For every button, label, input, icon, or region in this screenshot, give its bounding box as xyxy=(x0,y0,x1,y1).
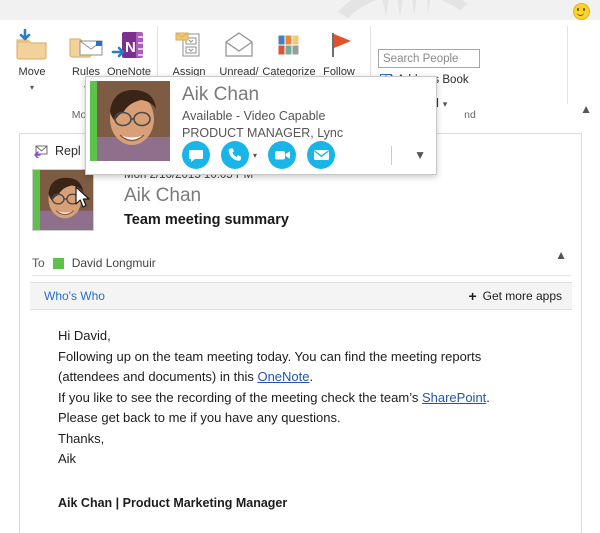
contact-presence-indicator xyxy=(90,81,97,161)
message-header: Mon 2/16/2015 10:05 PM Aik Chan Team mee… xyxy=(32,167,573,247)
body-line-3: (attendees and documents) in this OneNot… xyxy=(58,367,561,388)
contact-card[interactable]: Aik Chan Available - Video Capable PRODU… xyxy=(85,76,437,175)
contact-status: Available - Video Capable xyxy=(182,109,326,123)
message-body: Hi David, Following up on the team meeti… xyxy=(58,326,561,470)
contact-photo-image xyxy=(90,81,170,161)
phone-call-icon[interactable] xyxy=(221,141,249,169)
ribbon-collapse-button[interactable]: ▲ xyxy=(580,102,592,116)
smiley-face-icon[interactable] xyxy=(573,3,590,20)
body-line-4: If you like to see the recording of the … xyxy=(58,388,561,409)
plus-icon: + xyxy=(468,288,477,304)
ribbon-button-assign-policy[interactable]: Assign xyxy=(161,25,217,79)
contact-card-divider xyxy=(391,145,393,165)
message-subject: Team meeting summary xyxy=(124,212,289,228)
header-divider xyxy=(32,275,571,276)
sender-photo[interactable] xyxy=(32,169,94,231)
reply-button-label: Repl xyxy=(55,143,81,158)
ribbon-button-follow-up[interactable]: Follow xyxy=(311,25,367,79)
contact-card-actions: ▾ ▼ xyxy=(182,140,430,170)
get-more-apps-button[interactable]: + Get more apps xyxy=(468,289,562,303)
chevron-down-icon[interactable]: ▼ xyxy=(414,148,426,162)
email-signature: Aik Chan | Product Marketing Manager xyxy=(58,496,288,510)
outlook-window: Move ▾ Rules ▾ xyxy=(0,0,600,533)
reading-pane: Repl Mon 2/16/2015 10:05 PM Aik Chan Tea… xyxy=(0,126,600,533)
ribbon-button-label: Move xyxy=(18,66,46,78)
message-recipients: To David Longmuir xyxy=(32,251,573,275)
chevron-down-icon[interactable]: ▾ xyxy=(4,83,60,92)
ribbon-button-move[interactable]: Move ▾ xyxy=(4,25,60,92)
body-line-2b: (attendees and documents) in this xyxy=(58,369,258,384)
to-label: To xyxy=(32,256,45,270)
categorize-icon xyxy=(261,25,317,65)
body-line-2: Following up on the team meeting today. … xyxy=(58,347,561,368)
body-line-7: Aik xyxy=(58,451,77,466)
unread-read-icon xyxy=(211,25,267,65)
svg-text:N: N xyxy=(125,39,136,56)
instant-message-icon[interactable] xyxy=(182,141,210,169)
get-more-apps-label: Get more apps xyxy=(482,289,562,303)
search-people-input[interactable]: Search People xyxy=(378,49,480,68)
ribbon-group-separator xyxy=(567,26,568,104)
body-line-3a: If you like to see the recording of the … xyxy=(58,389,422,405)
contact-card-body: Aik Chan Available - Video Capable PRODU… xyxy=(182,82,428,142)
follow-up-flag-icon xyxy=(311,25,367,65)
video-call-icon[interactable] xyxy=(268,141,297,169)
body-line-1: Hi David, xyxy=(58,328,111,343)
recipient-name[interactable]: David Longmuir xyxy=(72,256,156,270)
message-sender-name[interactable]: Aik Chan xyxy=(124,183,543,209)
header-collapse-button[interactable]: ▲ xyxy=(555,248,567,262)
contact-card-photo xyxy=(90,81,170,161)
sender-presence-indicator xyxy=(33,170,40,230)
chevron-down-icon[interactable]: ▾ xyxy=(443,99,448,110)
reading-pane-inner: Repl Mon 2/16/2015 10:05 PM Aik Chan Tea… xyxy=(19,133,582,533)
titlebar-decoration xyxy=(338,0,468,18)
body-line-6: Thanks, xyxy=(58,430,105,446)
move-folder-icon xyxy=(4,25,60,65)
assign-policy-icon xyxy=(161,25,217,65)
body-line-2a: Following up on the team meeting today. … xyxy=(58,348,482,364)
link-sharepoint[interactable]: SharePoint xyxy=(422,390,486,405)
ribbon-button-categorize[interactable]: Categorize xyxy=(261,25,317,79)
message-header-text: Mon 2/16/2015 10:05 PM Aik Chan Team mee… xyxy=(124,167,543,231)
email-icon[interactable] xyxy=(307,141,336,169)
app-bar: Who's Who + Get more apps xyxy=(30,282,572,310)
app-link-whos-who[interactable]: Who's Who xyxy=(44,289,105,303)
contact-name: Aik Chan xyxy=(182,84,260,105)
body-line-3b: . xyxy=(486,389,490,405)
link-onenote[interactable]: OneNote xyxy=(257,369,309,384)
title-bar xyxy=(0,0,600,20)
onenote-icon: N xyxy=(98,25,160,65)
reply-icon xyxy=(32,144,49,159)
body-line-2c: . xyxy=(309,369,314,384)
ribbon-button-unread-read[interactable]: Unread/ xyxy=(211,25,267,79)
recipient-presence-indicator xyxy=(52,257,64,269)
phone-call-dropdown-icon[interactable]: ▾ xyxy=(253,151,257,160)
body-line-5: Please get back to me if you have any qu… xyxy=(58,410,341,425)
ribbon-button-onenote[interactable]: N OneNote xyxy=(98,25,160,79)
sender-photo-image xyxy=(33,170,93,230)
